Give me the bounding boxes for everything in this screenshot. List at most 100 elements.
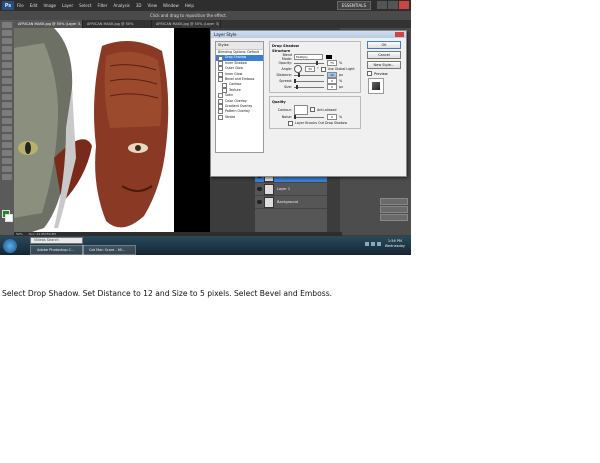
- style-checkbox[interactable]: [218, 66, 223, 72]
- style-checkbox[interactable]: [218, 71, 223, 77]
- eye-icon[interactable]: [257, 187, 262, 191]
- size-slider[interactable]: [294, 85, 324, 89]
- angle-unit: °: [317, 67, 319, 71]
- opacity-slider[interactable]: [294, 61, 324, 65]
- shadow-color-swatch[interactable]: [326, 55, 332, 59]
- taskbar-search[interactable]: Videos Search: [30, 237, 83, 244]
- document-tab-2[interactable]: AFRICAN MASK.jpg @ 50%: [83, 20, 152, 28]
- style-item[interactable]: Stroke: [216, 115, 263, 120]
- eyedropper-tool-icon[interactable]: [2, 62, 12, 68]
- hand-tool-icon[interactable]: [2, 166, 12, 172]
- start-button[interactable]: [3, 238, 17, 253]
- menu-file[interactable]: File: [14, 3, 27, 8]
- battery-icon[interactable]: [377, 242, 381, 246]
- document-tab-3[interactable]: AFRICAN MASK.jpg @ 50% (Layer 3): [152, 20, 221, 28]
- document-tab-1[interactable]: AFRICAN MASK.jpg @ 50% (Layer 3, RGB/8#): [14, 20, 83, 28]
- menu-window[interactable]: Window: [160, 3, 182, 8]
- spread-label: Spread:: [279, 79, 292, 83]
- layer-row[interactable]: Layer 1: [255, 183, 327, 196]
- blend-mode-select[interactable]: Multiply: [294, 54, 323, 60]
- menu-select[interactable]: Select: [76, 3, 94, 8]
- cancel-button[interactable]: Cancel: [367, 51, 401, 59]
- global-light-label: Use Global Light: [327, 67, 355, 71]
- panel-button-2[interactable]: [380, 206, 408, 213]
- crop-tool-icon[interactable]: [2, 54, 12, 60]
- lasso-tool-icon[interactable]: [2, 38, 12, 44]
- knockout-checkbox[interactable]: [288, 120, 293, 126]
- style-item-label: Stroke: [225, 114, 236, 119]
- anti-aliased-checkbox[interactable]: [310, 107, 315, 112]
- menu-3d[interactable]: 3D: [133, 3, 145, 8]
- style-checkbox[interactable]: [218, 55, 223, 61]
- workspace-switcher[interactable]: ESSENTIALS: [336, 1, 371, 10]
- opacity-input[interactable]: 75: [327, 60, 337, 66]
- size-label: Size:: [284, 85, 292, 89]
- menu-layer[interactable]: Layer: [59, 3, 76, 8]
- pen-tool-icon[interactable]: [2, 134, 12, 140]
- quick-select-tool-icon[interactable]: [2, 46, 12, 52]
- window-controls: [377, 1, 409, 9]
- task-photoshop[interactable]: Adobe Photoshop C...: [30, 245, 84, 255]
- network-icon[interactable]: [365, 242, 369, 246]
- clock-day: Wednesday: [384, 244, 405, 248]
- minimize-button[interactable]: [377, 1, 387, 9]
- volume-icon[interactable]: [371, 242, 375, 246]
- angle-dial[interactable]: [294, 65, 302, 73]
- layer-row[interactable]: Background: [255, 196, 327, 209]
- move-tool-icon[interactable]: [2, 22, 12, 28]
- noise-label: Noise:: [281, 115, 292, 119]
- size-unit: px: [339, 85, 344, 89]
- eye-icon[interactable]: [257, 200, 262, 204]
- stamp-tool-icon[interactable]: [2, 86, 12, 92]
- taskbar-clock[interactable]: 1:56 PM Wednesday: [385, 239, 405, 249]
- new-style-button[interactable]: New Style...: [367, 61, 401, 69]
- panel-button-3[interactable]: [380, 214, 408, 221]
- style-checkbox[interactable]: [218, 93, 223, 99]
- type-tool-icon[interactable]: [2, 142, 12, 148]
- preview-checkbox[interactable]: [367, 71, 372, 76]
- angle-input[interactable]: 30: [305, 66, 315, 72]
- styles-header[interactable]: Styles: [216, 42, 263, 50]
- noise-slider[interactable]: [294, 115, 324, 119]
- task-browser[interactable]: Cat Man Scare - Mi...: [82, 245, 136, 255]
- distance-unit: px: [339, 73, 344, 77]
- menu-view[interactable]: View: [145, 3, 161, 8]
- global-light-checkbox[interactable]: [320, 66, 326, 72]
- brush-tool-icon[interactable]: [2, 78, 12, 84]
- background-color-swatch[interactable]: [5, 214, 13, 222]
- close-button[interactable]: [399, 1, 409, 9]
- contour-picker[interactable]: [294, 104, 308, 115]
- dialog-close-icon[interactable]: [395, 32, 404, 37]
- noise-input[interactable]: 0: [327, 114, 337, 120]
- menu-image[interactable]: Image: [40, 3, 59, 8]
- gradient-tool-icon[interactable]: [2, 110, 12, 116]
- style-checkbox[interactable]: [218, 104, 223, 110]
- style-checkbox[interactable]: [218, 109, 223, 115]
- blur-tool-icon[interactable]: [2, 118, 12, 124]
- menu-edit[interactable]: Edit: [27, 3, 41, 8]
- style-checkbox[interactable]: [218, 98, 223, 104]
- history-brush-tool-icon[interactable]: [2, 94, 12, 100]
- distance-slider[interactable]: [294, 73, 324, 77]
- style-checkbox[interactable]: [222, 82, 227, 88]
- layers-panel: Layer 3 Layer 1 Background: [255, 170, 327, 232]
- shape-tool-icon[interactable]: [2, 158, 12, 164]
- path-select-tool-icon[interactable]: [2, 150, 12, 156]
- healing-tool-icon[interactable]: [2, 70, 12, 76]
- eraser-tool-icon[interactable]: [2, 102, 12, 108]
- ok-button[interactable]: OK: [367, 41, 401, 49]
- document-canvas[interactable]: [14, 28, 174, 232]
- menu-filter[interactable]: Filter: [94, 3, 110, 8]
- size-input[interactable]: 5: [327, 84, 337, 90]
- style-checkbox[interactable]: [218, 77, 223, 83]
- panel-button-1[interactable]: [380, 198, 408, 205]
- style-checkbox[interactable]: [218, 60, 223, 66]
- menu-analysis[interactable]: Analysis: [110, 3, 132, 8]
- maximize-button[interactable]: [388, 1, 398, 9]
- style-checkbox[interactable]: [218, 114, 223, 120]
- marquee-tool-icon[interactable]: [2, 30, 12, 36]
- zoom-tool-icon[interactable]: [2, 174, 12, 180]
- menu-help[interactable]: Help: [182, 3, 197, 8]
- dodge-tool-icon[interactable]: [2, 126, 12, 132]
- spread-slider[interactable]: [294, 79, 324, 83]
